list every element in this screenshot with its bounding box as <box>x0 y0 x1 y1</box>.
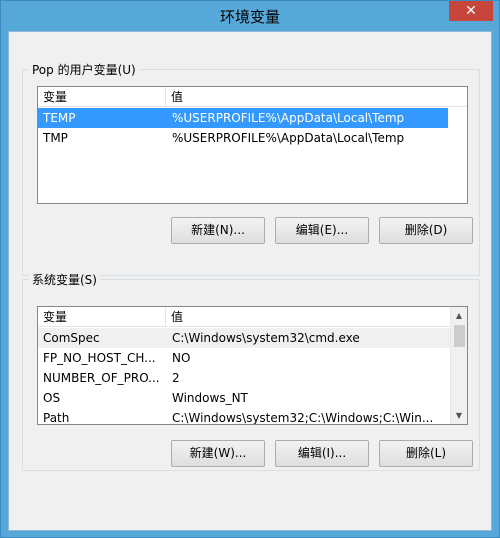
list-item-tmp[interactable]: TMP %USERPROFILE%\AppData\Local\Temp <box>38 128 467 148</box>
variable-value: %USERPROFILE%\AppData\Local\Temp <box>172 111 405 125</box>
environment-variables-window: 环境变量 ✕ Pop 的用户变量(U) 变量 值 TEMP %USERPROFI… <box>0 0 500 538</box>
list-header: 变量 值 <box>38 87 467 107</box>
close-icon: ✕ <box>465 3 477 19</box>
user-new-button[interactable]: 新建(N)... <box>171 217 265 244</box>
user-delete-button[interactable]: 删除(D) <box>379 217 473 244</box>
user-edit-button[interactable]: 编辑(E)... <box>275 217 369 244</box>
list-header: 变量 值 <box>38 307 450 327</box>
variable-name: Path <box>43 411 70 425</box>
column-header-variable[interactable]: 变量 <box>38 307 166 327</box>
system-variables-title: 系统变量(S) <box>29 271 100 288</box>
variable-name: OS <box>43 391 61 405</box>
close-button[interactable]: ✕ <box>449 1 493 21</box>
variable-name: NUMBER_OF_PRO... <box>43 371 160 385</box>
scrollbar-thumb[interactable] <box>454 325 465 347</box>
title-bar[interactable]: 环境变量 ✕ <box>1 1 499 31</box>
system-variables-group: 系统变量(S) 变量 值 ComSpec C:\Windows\system32… <box>22 271 480 471</box>
variable-name: FP_NO_HOST_CH... <box>43 351 156 365</box>
column-header-value[interactable]: 值 <box>166 87 466 107</box>
system-variables-list[interactable]: 变量 值 ComSpec C:\Windows\system32\cmd.exe… <box>37 306 468 425</box>
column-header-value[interactable]: 值 <box>166 307 450 327</box>
list-item-os[interactable]: OS Windows_NT <box>38 388 450 408</box>
system-new-button[interactable]: 新建(W)... <box>171 440 265 467</box>
list-item-number-of-processors[interactable]: NUMBER_OF_PRO... 2 <box>38 368 450 388</box>
variable-value: %USERPROFILE%\AppData\Local\Temp <box>172 131 405 145</box>
dialog-client-area: Pop 的用户变量(U) 变量 值 TEMP %USERPROFILE%\App… <box>8 31 492 531</box>
scroll-up-arrow-icon[interactable]: ▲ <box>451 307 467 324</box>
vertical-scrollbar[interactable]: ▲ ▼ <box>450 307 467 424</box>
user-variables-group: Pop 的用户变量(U) 变量 值 TEMP %USERPROFILE%\App… <box>22 61 480 276</box>
variable-value: 2 <box>172 371 180 385</box>
list-item-path[interactable]: Path C:\Windows\system32;C:\Windows;C:\W… <box>38 408 450 425</box>
variable-name: TEMP <box>43 111 76 125</box>
variable-value: C:\Windows\system32;C:\Windows;C:\Win... <box>172 411 434 425</box>
user-variables-title: Pop 的用户变量(U) <box>29 61 139 78</box>
variable-value: NO <box>172 351 191 365</box>
variable-value: C:\Windows\system32\cmd.exe <box>172 331 360 345</box>
variable-value: Windows_NT <box>172 391 248 405</box>
user-variables-list[interactable]: 变量 值 TEMP %USERPROFILE%\AppData\Local\Te… <box>37 86 468 204</box>
variable-name: TMP <box>43 131 68 145</box>
scroll-down-arrow-icon[interactable]: ▼ <box>451 407 467 424</box>
system-delete-button[interactable]: 删除(L) <box>379 440 473 467</box>
list-item-comspec[interactable]: ComSpec C:\Windows\system32\cmd.exe <box>38 328 450 348</box>
list-item-fp-no-host[interactable]: FP_NO_HOST_CH... NO <box>38 348 450 368</box>
variable-name: ComSpec <box>43 331 100 345</box>
window-title: 环境变量 <box>219 8 280 26</box>
system-edit-button[interactable]: 编辑(I)... <box>275 440 369 467</box>
column-header-variable[interactable]: 变量 <box>38 87 166 107</box>
list-item-temp[interactable]: TEMP %USERPROFILE%\AppData\Local\Temp <box>38 108 448 128</box>
